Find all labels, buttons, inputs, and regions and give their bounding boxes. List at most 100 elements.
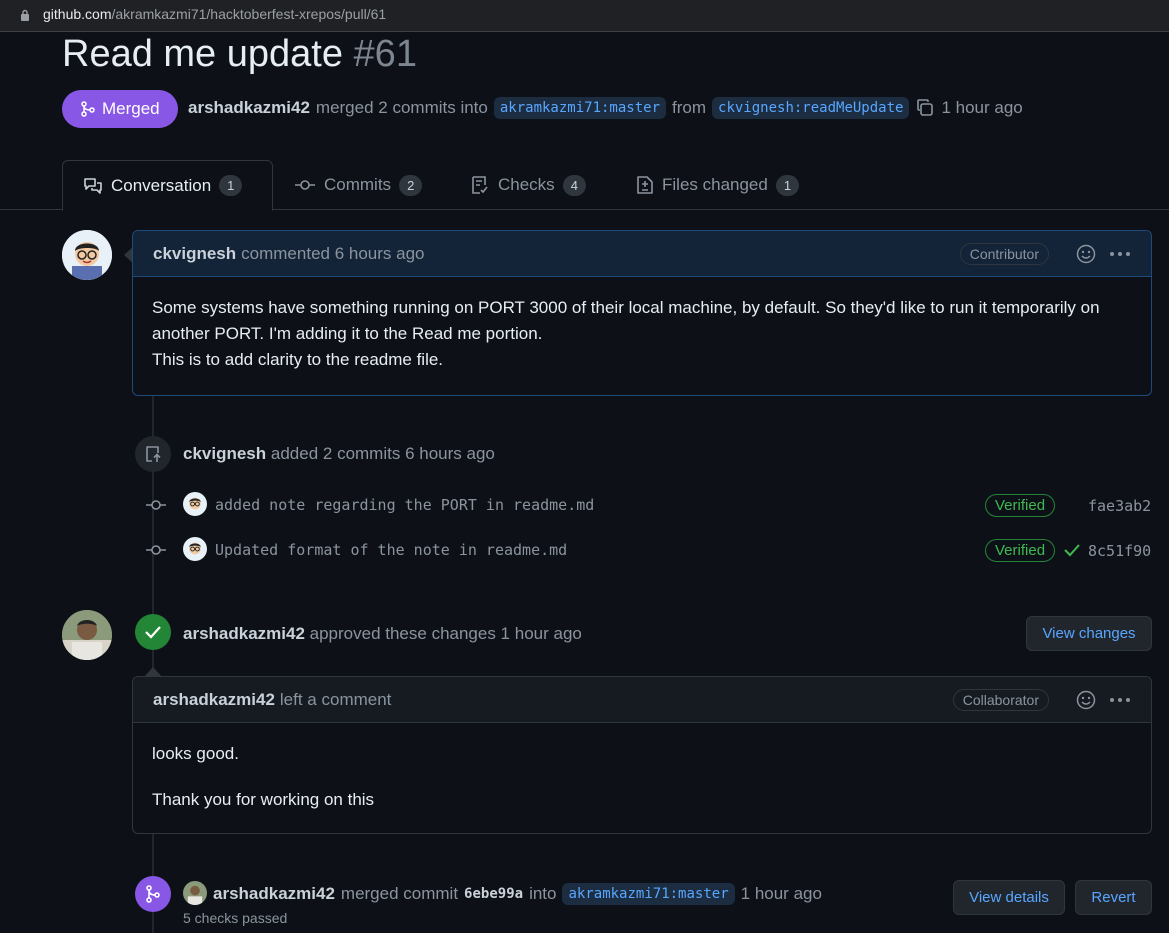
check-icon — [145, 626, 161, 639]
comment-author-link[interactable]: ckvignesh — [153, 244, 236, 264]
event-description: merged commit — [340, 884, 459, 903]
pr-title: Read me update — [62, 33, 343, 75]
event-description: added 2 commits 6 hours ago — [270, 444, 495, 463]
tab-files-changed[interactable]: Files changed 1 — [616, 160, 819, 210]
tab-commits[interactable]: Commits 2 — [274, 160, 442, 210]
event-author-link[interactable]: ckvignesh — [183, 444, 266, 463]
kebab-horizontal-icon — [1110, 697, 1130, 702]
event-author-link[interactable]: arshadkazmi42 — [213, 884, 335, 904]
avatar[interactable] — [62, 230, 112, 280]
lock-icon — [21, 9, 29, 21]
browser-url-bar[interactable]: github.com/akramkazmi71/hacktoberfest-xr… — [0, 0, 1169, 32]
role-badge: Collaborator — [952, 688, 1049, 711]
add-reaction-button[interactable] — [1075, 689, 1097, 711]
tab-counter: 1 — [219, 175, 243, 196]
commit-row: Updated format of the note in readme.md … — [140, 535, 1152, 565]
add-reaction-button[interactable] — [1075, 243, 1097, 265]
tab-label: Commits — [324, 175, 392, 194]
comment-ckvignesh: ckvignesh commented 6 hours ago Contribu… — [132, 230, 1152, 396]
commit-sha-link[interactable]: fae3ab2 — [1088, 497, 1151, 515]
avatar[interactable] — [62, 610, 112, 660]
pr-author-link[interactable]: arshadkazmi42 — [188, 98, 310, 118]
tab-conversation[interactable]: Conversation 1 — [62, 160, 273, 211]
tab-label: Files changed — [662, 175, 768, 194]
comment-timestamp[interactable]: commented 6 hours ago — [241, 244, 424, 264]
tab-counter: 1 — [775, 174, 800, 196]
tab-label: Conversation — [111, 175, 212, 195]
cartoon-avatar-icon — [62, 230, 112, 280]
base-branch[interactable]: akramkazmi71:master — [493, 97, 667, 119]
merged-event-badge — [135, 876, 171, 912]
checklist-icon — [472, 176, 488, 194]
smiley-icon — [1076, 244, 1096, 263]
event-description: into — [529, 884, 557, 903]
comment-action: left a comment — [279, 689, 392, 709]
commit-sha-link[interactable]: 8c51f90 — [1088, 542, 1151, 560]
file-diff-icon — [637, 176, 653, 194]
comment-text: Some systems have something running on P… — [152, 298, 1100, 317]
repo-push-icon — [146, 446, 161, 462]
kebab-horizontal-icon — [1110, 251, 1130, 256]
revert-button[interactable]: Revert — [1075, 880, 1152, 915]
pr-meta: arshadkazmi42 merged 2 commits into akra… — [188, 97, 1023, 119]
event-author-link[interactable]: arshadkazmi42 — [183, 624, 305, 643]
git-commit-icon — [295, 180, 315, 190]
merged-state-badge: Merged — [62, 90, 178, 128]
merged-time: 1 hour ago — [941, 98, 1023, 117]
cartoon-avatar-icon — [183, 492, 207, 516]
comment-options-button[interactable] — [1109, 689, 1131, 711]
tab-counter: 4 — [562, 174, 586, 196]
commit-row: added note regarding the PORT in readme.… — [140, 490, 1152, 520]
state-label: Merged — [102, 99, 160, 118]
commit-message-link[interactable]: added note regarding the PORT in readme.… — [215, 496, 594, 514]
tab-checks[interactable]: Checks 4 — [450, 160, 606, 210]
smiley-icon — [1076, 690, 1096, 709]
timeline-line — [152, 395, 154, 933]
comment-header: ckvignesh commented 6 hours ago Contribu… — [133, 231, 1151, 277]
base-branch[interactable]: akramkazmi71:master — [562, 883, 735, 905]
view-details-button[interactable]: View details — [953, 880, 1065, 915]
comment-text: This is to add clarity to the readme fil… — [152, 350, 444, 369]
repo-push-badge — [135, 436, 171, 472]
git-merge-icon — [146, 885, 160, 903]
tab-counter: 2 — [399, 174, 423, 196]
verified-badge[interactable]: Verified — [985, 539, 1056, 562]
review-event-text: arshadkazmi42 approved these changes 1 h… — [183, 624, 582, 644]
comment-body: looks good. Thank you for working on thi… — [133, 723, 1151, 831]
user-photo-icon — [183, 881, 207, 905]
git-commit-icon — [146, 545, 166, 555]
commit-message-link[interactable]: Updated format of the note in readme.md — [215, 541, 567, 559]
tab-label: Checks — [498, 175, 555, 194]
check-icon[interactable] — [1064, 543, 1080, 557]
comment-header: arshadkazmi42 left a comment Collaborato… — [133, 677, 1151, 723]
git-merge-icon — [81, 101, 95, 117]
commit-author-avatar[interactable] — [183, 492, 207, 516]
comment-text: Thank you for working on this — [152, 790, 375, 809]
view-changes-button[interactable]: View changes — [1026, 616, 1152, 651]
commit-author-avatar[interactable] — [183, 537, 207, 561]
merged-text: merged 2 commits into — [315, 98, 488, 117]
merge-commit-sha-link[interactable]: 6ebe99a — [464, 886, 523, 902]
comment-text: another PORT. I'm adding it to the Read … — [152, 324, 543, 343]
from-text: from — [672, 98, 707, 117]
comment-body: Some systems have something running on P… — [133, 277, 1151, 391]
approved-badge — [135, 614, 171, 650]
pr-number: #61 — [353, 33, 417, 75]
git-commit-icon — [146, 500, 166, 510]
copy-icon[interactable] — [915, 98, 935, 118]
url-text: github.com/akramkazmi71/hacktoberfest-xr… — [43, 6, 387, 22]
verified-badge[interactable]: Verified — [985, 494, 1056, 517]
comment-author-link[interactable]: arshadkazmi42 — [153, 690, 275, 710]
comment-options-button[interactable] — [1109, 243, 1131, 265]
avatar[interactable] — [183, 881, 207, 905]
page-title: Read me update #61 — [62, 33, 417, 76]
event-time[interactable]: 1 hour ago — [741, 884, 822, 904]
comment-discussion-icon — [84, 177, 102, 194]
event-description: approved these changes 1 hour ago — [309, 624, 582, 643]
user-photo-icon — [62, 610, 112, 660]
head-branch[interactable]: ckvignesh:readMeUpdate — [712, 97, 910, 119]
role-badge: Contributor — [959, 242, 1049, 265]
comment-text: looks good. — [152, 744, 239, 763]
review-comment: arshadkazmi42 left a comment Collaborato… — [132, 676, 1152, 834]
checks-status[interactable]: 5 checks passed — [183, 910, 287, 926]
